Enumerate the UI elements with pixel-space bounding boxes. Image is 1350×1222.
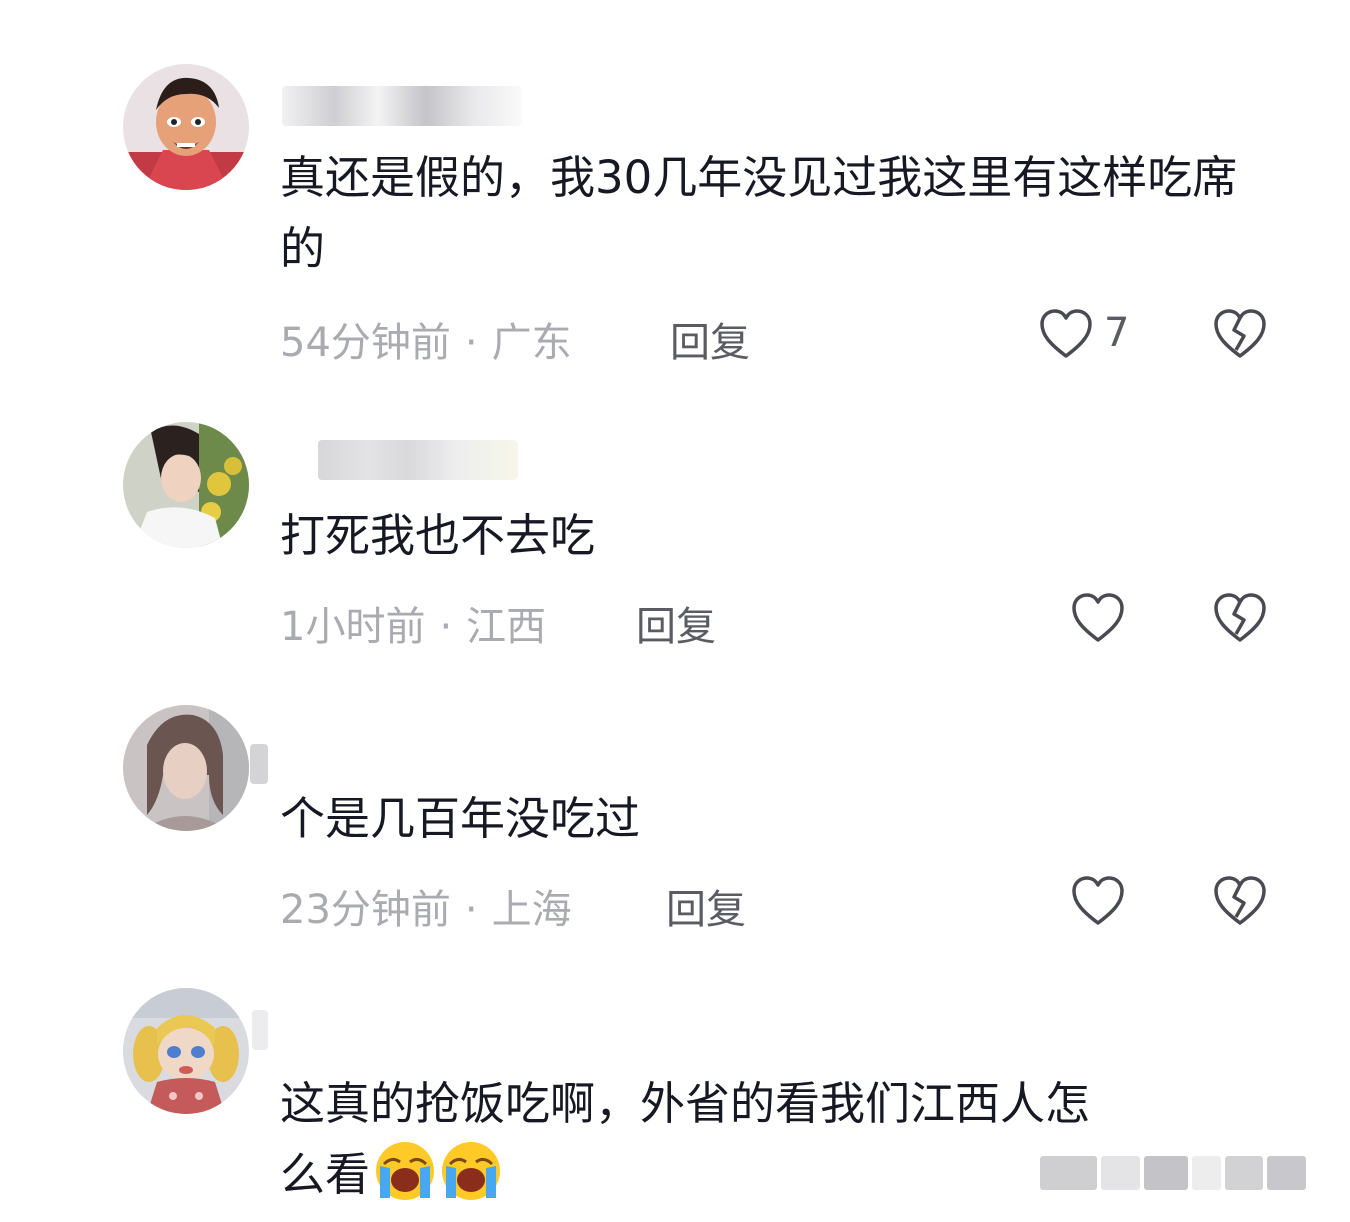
broken-heart-icon <box>1214 593 1266 642</box>
dislike-button[interactable] <box>1212 308 1268 360</box>
meta-separator: · <box>464 887 478 933</box>
comment-meta: 23分钟前 · 上海 <box>280 877 572 935</box>
like-button[interactable] <box>1070 875 1126 927</box>
username-blurred[interactable] <box>250 744 268 784</box>
heart-icon <box>1072 876 1124 925</box>
comment-meta: 1小时前 · 江西 <box>280 594 546 652</box>
meta-separator: · <box>464 320 478 366</box>
reply-button[interactable]: 回复 <box>666 877 746 935</box>
heart-icon <box>1040 309 1092 358</box>
comment-text-line: 这真的抢饭吃啊，外省的看我们江西人怎 <box>280 1077 1091 1130</box>
watermark-blurred <box>1040 1152 1306 1194</box>
reply-button[interactable]: 回复 <box>670 310 750 368</box>
avatar[interactable] <box>123 422 249 548</box>
comment-text: 打死我也不去吃 <box>280 509 596 562</box>
comment-time: 54分钟前 <box>280 320 451 366</box>
loudly-crying-face-emoji <box>440 1140 502 1202</box>
comment-text: 个是几百年没吃过 <box>280 792 641 845</box>
username-blurred[interactable] <box>282 86 522 126</box>
broken-heart-icon <box>1214 309 1266 358</box>
meta-separator: · <box>439 604 453 650</box>
avatar[interactable] <box>123 705 249 831</box>
comment-text: 真还是假的，我30几年没见过我这里有这样吃席的 <box>280 151 1238 275</box>
like-count: 7 <box>1104 310 1130 356</box>
dislike-button[interactable] <box>1212 875 1268 927</box>
comment-text-line: 么看 <box>280 1148 371 1201</box>
username-blurred[interactable] <box>318 440 518 480</box>
username-blurred[interactable] <box>252 1010 268 1050</box>
dislike-button[interactable] <box>1212 592 1268 644</box>
like-button[interactable] <box>1070 592 1126 644</box>
comment-time: 1小时前 <box>280 604 426 650</box>
comment-location: 江西 <box>466 604 547 650</box>
comment-time: 23分钟前 <box>280 887 451 933</box>
avatar[interactable] <box>123 988 249 1114</box>
broken-heart-icon <box>1214 876 1266 925</box>
loudly-crying-face-emoji <box>374 1140 436 1202</box>
reply-button[interactable]: 回复 <box>636 594 716 652</box>
comment-meta: 54分钟前 · 广东 <box>280 310 572 368</box>
heart-icon <box>1072 593 1124 642</box>
comment-location: 广东 <box>491 320 572 366</box>
comment-location: 上海 <box>491 887 572 933</box>
like-button[interactable] <box>1038 308 1094 360</box>
avatar[interactable] <box>123 64 249 190</box>
